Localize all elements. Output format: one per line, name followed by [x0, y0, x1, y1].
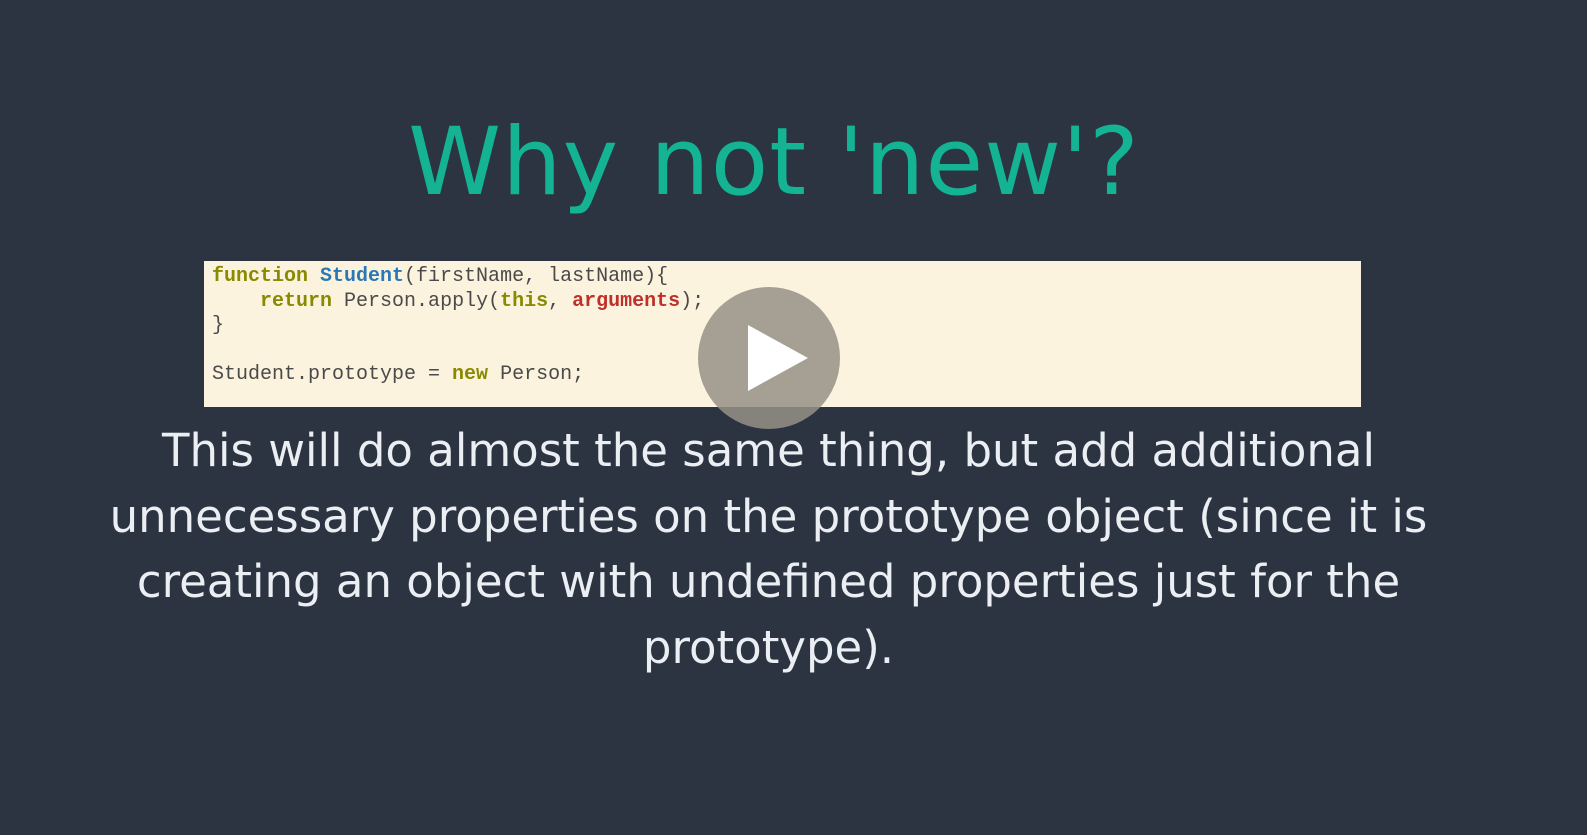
- play-button[interactable]: [698, 287, 840, 429]
- play-icon: [748, 325, 808, 391]
- code-keyword-new: new: [452, 363, 489, 387]
- code-function-name: Student: [320, 265, 405, 288]
- code-params: (firstName, lastName){: [404, 265, 669, 288]
- code-separator: ,: [548, 289, 573, 313]
- code-keyword-this: this: [500, 289, 549, 313]
- code-assignment-lhs: Student.prototype =: [212, 363, 453, 387]
- code-keyword-return: return: [260, 289, 333, 313]
- code-line-1: function Student(firstName, lastName){: [212, 265, 1361, 290]
- code-call: Person.apply(: [344, 289, 501, 313]
- code-keyword-function: function: [212, 265, 309, 288]
- code-assignment-rhs: Person;: [500, 363, 585, 387]
- slide-title: Why not 'new'?: [408, 108, 1140, 217]
- slide-body-text: This will do almost the same thing, but …: [109, 424, 1428, 674]
- code-keyword-arguments: arguments: [572, 289, 681, 313]
